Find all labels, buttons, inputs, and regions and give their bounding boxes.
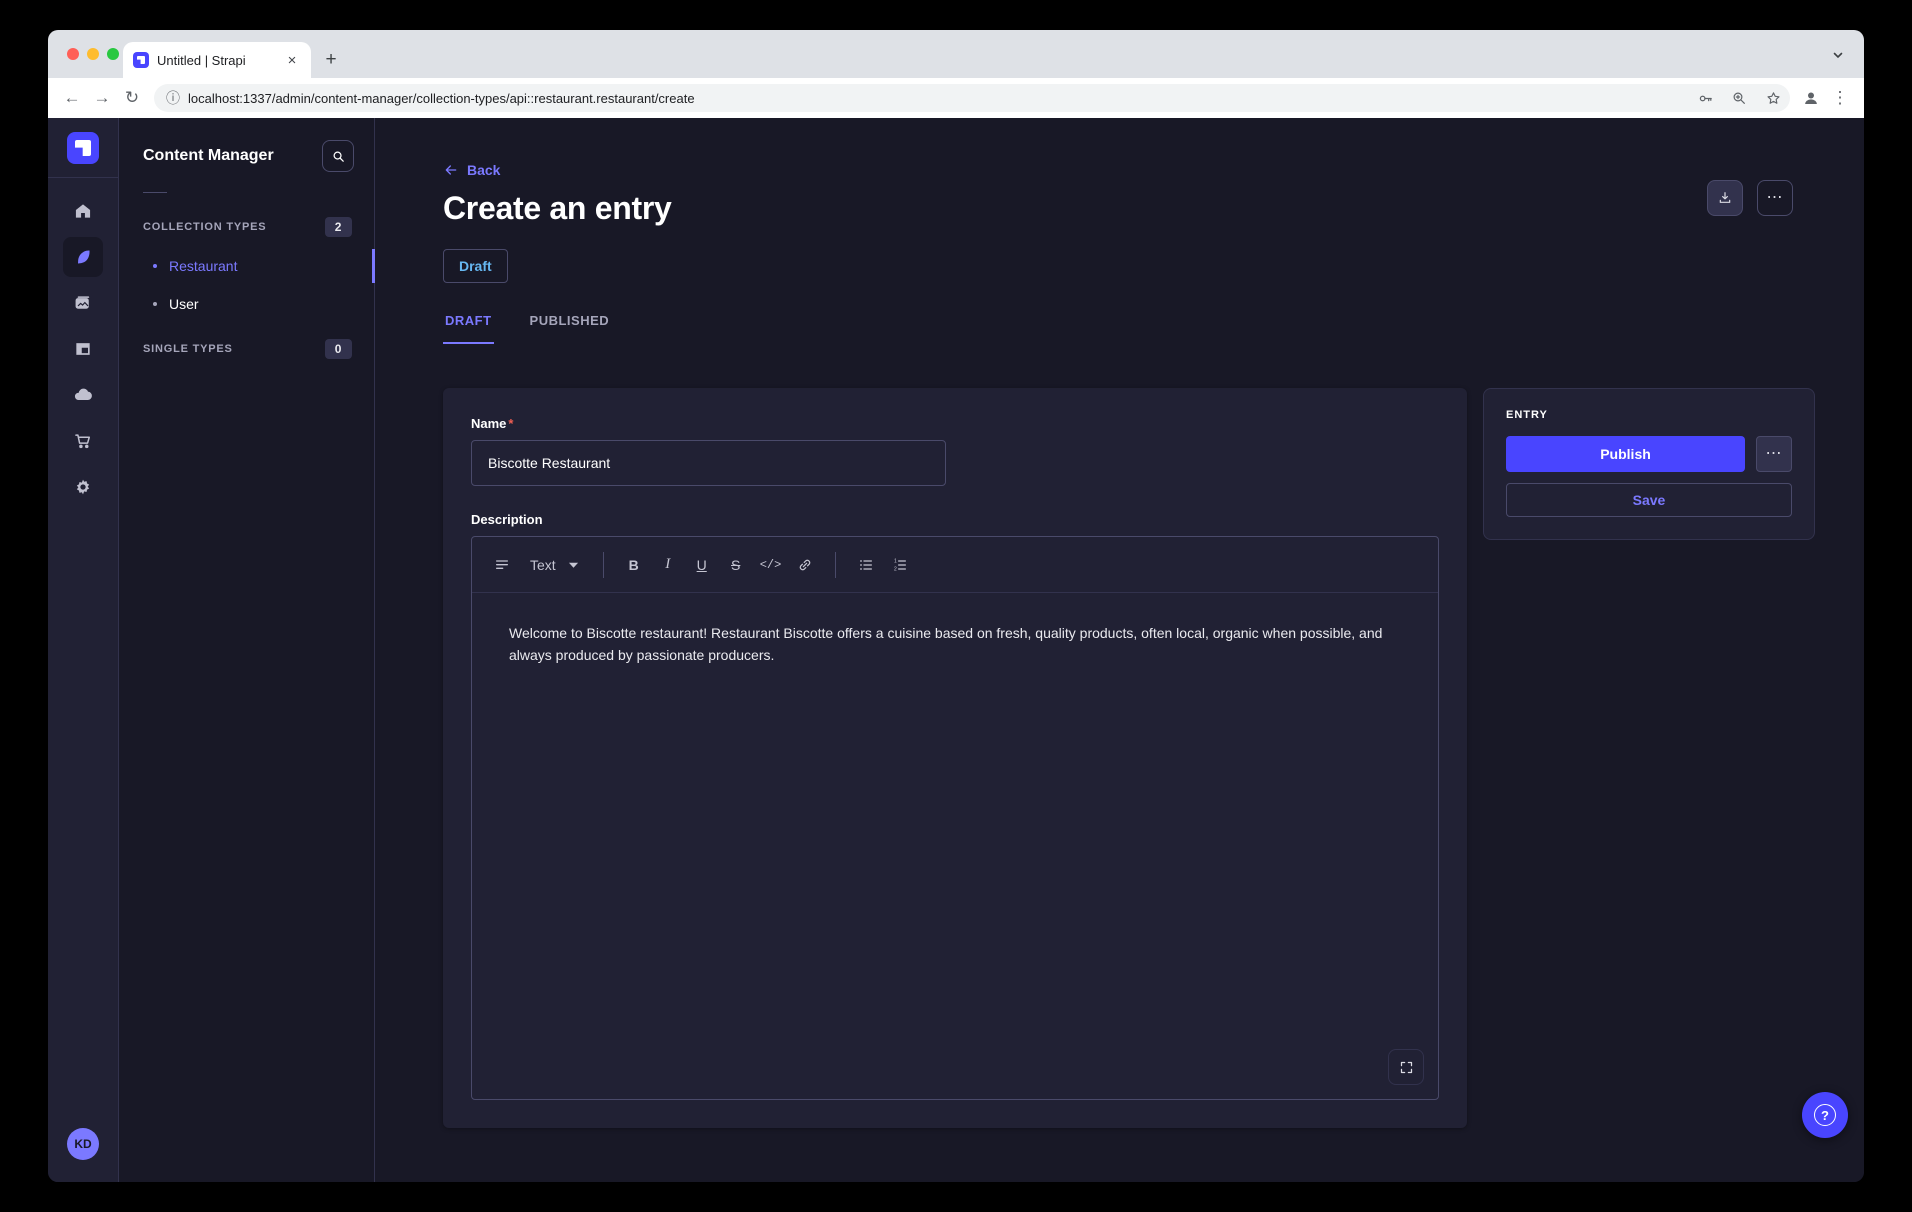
address-bar[interactable]: ⓘ localhost:1337/admin/content-manager/c…: [154, 84, 1790, 112]
description-editor-content[interactable]: Welcome to Biscotte restaurant! Restaura…: [472, 593, 1438, 1099]
main-nav-rail: KD: [48, 118, 119, 1182]
browser-back-button[interactable]: ←: [58, 84, 86, 112]
single-types-label: SINGLE TYPES: [143, 343, 233, 355]
browser-reload-button[interactable]: ↻: [118, 84, 146, 112]
media-library-icon[interactable]: [63, 283, 103, 323]
browser-forward-button[interactable]: →: [88, 84, 116, 112]
svg-text:1: 1: [894, 558, 897, 564]
back-label: Back: [467, 162, 500, 178]
home-icon[interactable]: [63, 191, 103, 231]
site-info-icon[interactable]: ⓘ: [166, 88, 180, 108]
close-tab-icon[interactable]: ×: [283, 51, 301, 69]
link-icon[interactable]: [789, 549, 821, 581]
sidebar-item-label: Restaurant: [169, 258, 237, 274]
strapi-app: KD Content Manager COLLECTION TYPES 2 Re…: [48, 118, 1864, 1182]
tab-title: Untitled | Strapi: [157, 53, 275, 68]
underline-button[interactable]: U: [686, 549, 718, 581]
browser-tab-strip: Untitled | Strapi × +: [48, 30, 1864, 78]
numbered-list-icon[interactable]: 1 2: [884, 549, 916, 581]
rail-divider: [48, 177, 118, 178]
bullet-icon: [153, 302, 157, 306]
browser-window: Untitled | Strapi × + ← → ↻ ⓘ localhost:…: [48, 30, 1864, 1182]
minimize-window-button[interactable]: [87, 48, 99, 60]
strapi-logo-icon[interactable]: [67, 132, 99, 164]
collection-types-count-badge: 2: [325, 217, 352, 237]
expand-icon[interactable]: [1388, 1049, 1424, 1085]
sidebar-title: Content Manager: [143, 147, 274, 165]
italic-button[interactable]: I: [652, 549, 684, 581]
code-button[interactable]: </>: [754, 549, 788, 581]
save-button[interactable]: Save: [1506, 483, 1792, 517]
main-content: Back Create an entry ⋯ Draft DRAFT PUBLI…: [375, 118, 1864, 1182]
bold-button[interactable]: B: [618, 549, 650, 581]
collection-types-header: COLLECTION TYPES 2: [119, 207, 374, 247]
tab-published[interactable]: PUBLISHED: [528, 307, 612, 344]
browser-menu-icon[interactable]: ⋮: [1826, 84, 1854, 112]
svg-text:2: 2: [894, 566, 897, 572]
zoom-icon[interactable]: [1726, 85, 1752, 111]
block-type-value: Text: [530, 557, 556, 573]
browser-toolbar: ← → ↻ ⓘ localhost:1337/admin/content-man…: [48, 78, 1864, 118]
strikethrough-glyph: S: [731, 557, 740, 573]
strapi-favicon-icon: [133, 52, 149, 68]
bullet-icon: [153, 264, 157, 268]
toolbar-separator: [835, 552, 836, 578]
sidebar-divider: [143, 192, 167, 193]
back-arrow-icon: [443, 162, 459, 178]
maximize-window-button[interactable]: [107, 48, 119, 60]
publish-button[interactable]: Publish: [1506, 436, 1745, 472]
window-controls: [67, 48, 119, 60]
settings-gear-icon[interactable]: [63, 467, 103, 507]
single-types-count-badge: 0: [325, 339, 352, 359]
name-label-text: Name: [471, 416, 506, 431]
name-input[interactable]: [471, 440, 946, 486]
rich-text-editor: Text B I U S </>: [471, 536, 1439, 1100]
tab-search-chevron-icon[interactable]: [1824, 41, 1852, 69]
required-marker: *: [508, 416, 513, 431]
url-text: localhost:1337/admin/content-manager/col…: [188, 91, 1684, 106]
toolbar-separator: [603, 552, 604, 578]
export-download-button[interactable]: [1707, 180, 1743, 216]
header-more-button[interactable]: ⋯: [1757, 180, 1793, 216]
cloud-deploy-icon[interactable]: [63, 375, 103, 415]
browser-tab[interactable]: Untitled | Strapi ×: [123, 42, 311, 78]
header-actions: ⋯: [1707, 180, 1793, 216]
underline-glyph: U: [697, 557, 707, 573]
sidebar-item-label: User: [169, 296, 199, 312]
content-manager-sidebar: Content Manager COLLECTION TYPES 2 Resta…: [119, 118, 375, 1182]
bookmark-star-icon[interactable]: [1760, 85, 1786, 111]
editor-toolbar: Text B I U S </>: [472, 537, 1438, 593]
bulleted-list-icon[interactable]: [850, 549, 882, 581]
back-link[interactable]: Back: [443, 162, 500, 178]
entry-more-button[interactable]: ⋯: [1756, 436, 1792, 472]
name-field-label: Name*: [471, 416, 1439, 431]
align-icon[interactable]: [486, 549, 518, 581]
draft-published-tabs: DRAFT PUBLISHED: [443, 307, 1864, 344]
user-avatar[interactable]: KD: [67, 1128, 99, 1160]
sidebar-item-user[interactable]: User: [119, 285, 374, 323]
tab-draft[interactable]: DRAFT: [443, 307, 494, 344]
page-title: Create an entry: [443, 190, 1864, 227]
close-window-button[interactable]: [67, 48, 79, 60]
entry-form-card: Name* Description: [443, 388, 1467, 1128]
entry-panel: ENTRY Publish ⋯ Save: [1483, 388, 1815, 540]
collection-types-label: COLLECTION TYPES: [143, 221, 266, 233]
password-key-icon[interactable]: [1692, 85, 1718, 111]
new-tab-button[interactable]: +: [317, 46, 345, 74]
sidebar-item-restaurant[interactable]: Restaurant: [119, 247, 374, 285]
help-button[interactable]: ?: [1802, 1092, 1848, 1138]
content-type-builder-icon[interactable]: [63, 329, 103, 369]
marketplace-cart-icon[interactable]: [63, 421, 103, 461]
entry-panel-title: ENTRY: [1506, 409, 1792, 421]
block-type-select[interactable]: Text: [520, 549, 589, 581]
status-badge: Draft: [443, 249, 508, 283]
single-types-header: SINGLE TYPES 0: [119, 329, 374, 369]
browser-profile-icon[interactable]: [1798, 85, 1824, 111]
description-field-label: Description: [471, 512, 1439, 527]
content-manager-feather-icon[interactable]: [63, 237, 103, 277]
question-icon: ?: [1814, 1104, 1836, 1126]
search-button[interactable]: [322, 140, 354, 172]
chevron-down-icon: [568, 561, 579, 569]
strikethrough-button[interactable]: S: [720, 549, 752, 581]
